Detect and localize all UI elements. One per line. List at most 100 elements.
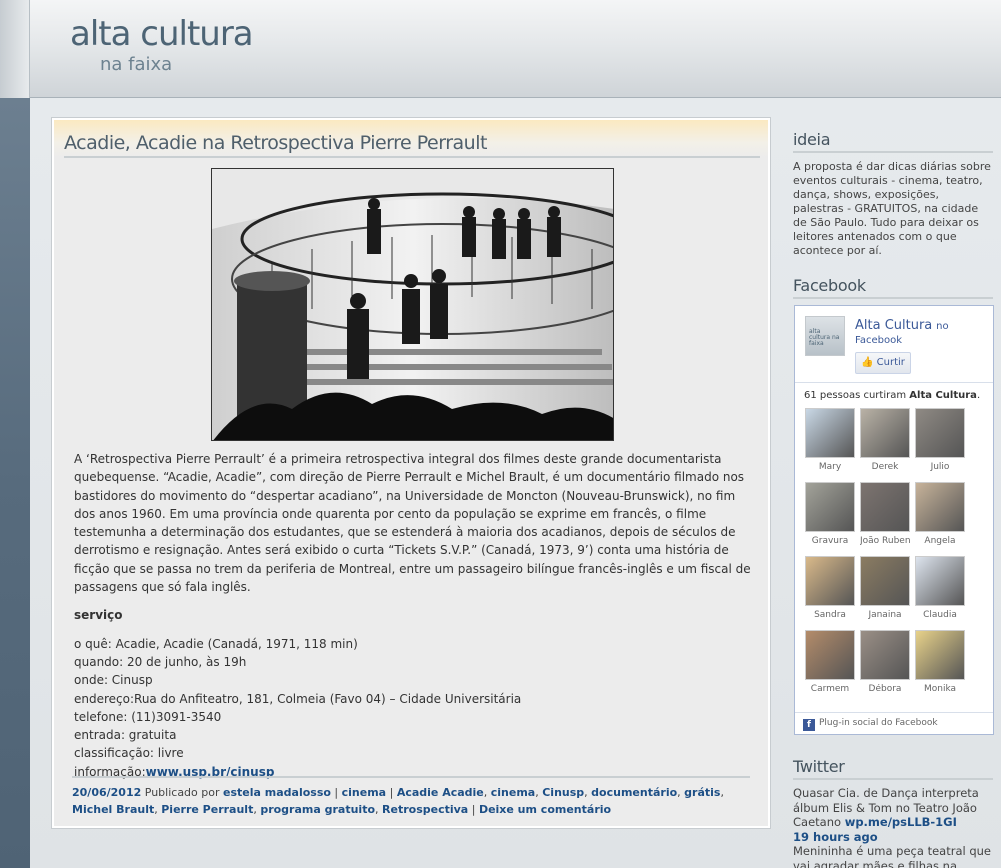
avatar [805,408,855,458]
title-divider [64,156,760,158]
post-card: Acadie, Acadie na Retrospectiva Pierre P… [52,118,770,828]
facebook-like-button[interactable]: 👍 Curtir [855,352,911,374]
staircase-photo-image [212,169,613,440]
like-label: Curtir [876,357,905,368]
post-meta: 20/06/2012 Publicado por estela madaloss… [72,786,724,816]
fan-avatar[interactable]: Débora [860,630,910,700]
twitter-title: Twitter [793,757,993,780]
post-body: A ‘Retrospectiva Pierre Perrault’ é a pr… [74,450,754,781]
detail-info: informação:www.usp.br/cinusp [74,763,754,781]
fan-avatar[interactable]: Julio [915,408,965,478]
fan-avatar[interactable]: Mary [805,408,855,478]
avatar [805,630,855,680]
tag-link[interactable]: documentário [591,786,677,799]
fan-name: Débora [868,684,902,694]
count-prefix: 61 pessoas curtiram [804,390,907,401]
tag-link[interactable]: cinema [491,786,535,799]
detail-where: onde: Cinusp [74,673,153,688]
sidebar: ideia A proposta é dar dicas diárias sob… [793,130,994,868]
fan-name: Carmem [810,684,850,694]
header-left-edge [0,0,30,98]
tweet: Quasar Cia. de Dança interpreta álbum El… [793,786,993,868]
facebook-like-box: alta cultura na faixa Alta Cultura no Fa… [794,305,994,735]
avatar [860,630,910,680]
tweet-text-2: Menininha é uma peça teatral que vai agr… [793,844,991,868]
tag-link[interactable]: Pierre Perrault [161,803,253,816]
facebook-fan-grid: Mary Derek Julio Gravura João Rubens Angela Sa… [805,408,991,708]
facebook-like-count: 61 pessoas curtiram Alta Cultura. [804,390,980,401]
fan-avatar[interactable]: Carmem [805,630,855,700]
post-date-link[interactable]: 20/06/2012 [72,786,141,799]
facebook-footer-text[interactable]: Plug-in social do Facebook [819,718,938,728]
facebook-title: Facebook [793,276,993,299]
avatar [860,408,910,458]
fan-name: Gravura [811,536,849,546]
ideia-text: A proposta é dar dicas diárias sobre eve… [793,160,991,257]
tag-link[interactable]: Acadie Acadie [397,786,484,799]
avatar [915,408,965,458]
avatar [860,556,910,606]
tweet-time-link[interactable]: 19 hours ago [793,830,878,844]
avatar [805,482,855,532]
meta-divider [72,776,750,778]
tag-link[interactable]: Cinusp [542,786,584,799]
avatar [915,482,965,532]
facebook-page-suffix: no [936,321,949,332]
event-details: o quê: Acadie, Acadie (Canadá, 1971, 118… [74,635,754,781]
fan-name: Monika [923,684,957,694]
post-title[interactable]: Acadie, Acadie na Retrospectiva Pierre P… [64,132,487,154]
detail-what: o quê: Acadie, Acadie (Canadá, 1971, 118… [74,636,358,651]
facebook-icon: f [803,719,815,731]
facebook-page-suffix-2: Facebook [855,335,902,346]
facebook-page-link[interactable]: Alta Cultura [855,318,932,333]
fan-name: Angela [924,536,956,546]
fan-name: Derek [871,462,899,472]
fan-name: Julio [930,462,950,472]
fan-avatar[interactable]: Gravura [805,482,855,552]
count-name: Alta Cultura [909,390,977,401]
facebook-footer: f Plug-in social do Facebook [795,712,993,734]
post-paragraph: A ‘Retrospectiva Pierre Perrault’ é a pr… [74,452,751,595]
fan-name: João Rubens [860,536,910,546]
detail-phone: telefone: (11)3091-3540 [74,709,222,724]
ideia-title: ideia [793,130,993,153]
fan-avatar[interactable]: João Rubens [860,482,910,552]
category-link[interactable]: cinema [342,786,386,799]
tag-link[interactable]: grátis [684,786,720,799]
published-by-label: Publicado por [144,786,220,799]
fan-avatar[interactable]: Derek [860,408,910,478]
fan-avatar[interactable]: Claudia [915,556,965,626]
thumbs-up-icon: 👍 [861,357,874,368]
fan-avatar[interactable]: Janaina [860,556,910,626]
site-title[interactable]: alta cultura [70,14,254,54]
author-link[interactable]: estela madalosso [223,786,331,799]
twitter-widget: Twitter Quasar Cia. de Dança interpreta … [793,757,993,868]
fan-name: Sandra [814,610,846,620]
avatar [915,630,965,680]
service-heading: serviço [74,608,123,623]
tag-link[interactable]: Retrospectiva [382,803,468,816]
avatar [915,556,965,606]
site-header: alta cultura na faixa [0,0,1001,98]
fan-avatar[interactable]: Angela [915,482,965,552]
page-logo[interactable]: alta cultura na faixa [805,316,845,356]
facebook-page-name: Alta Cultura no [855,318,949,333]
detail-entry: entrada: gratuita [74,728,177,743]
site-tagline: na faixa [100,54,173,75]
avatar [860,482,910,532]
comment-link[interactable]: Deixe um comentário [479,803,611,816]
tweet-link[interactable]: wp.me/psLLB-1GI [845,815,957,829]
fan-avatar[interactable]: Monika [915,630,965,700]
fb-divider [795,382,993,383]
left-decorative-band [0,98,30,868]
detail-when: quando: 20 de junho, às 19h [74,654,247,669]
fan-name: Claudia [923,610,957,620]
tag-link[interactable]: Michel Brault [72,803,154,816]
fan-avatar[interactable]: Sandra [805,556,855,626]
count-suffix: . [976,390,981,401]
post-photo [211,168,614,441]
detail-address: endereço:Rua do Anfiteatro, 181, Colmeia… [74,691,522,706]
detail-rating: classificação: livre [74,746,184,761]
fan-name: Janaina [868,610,902,620]
tag-link[interactable]: programa gratuito [260,803,375,816]
